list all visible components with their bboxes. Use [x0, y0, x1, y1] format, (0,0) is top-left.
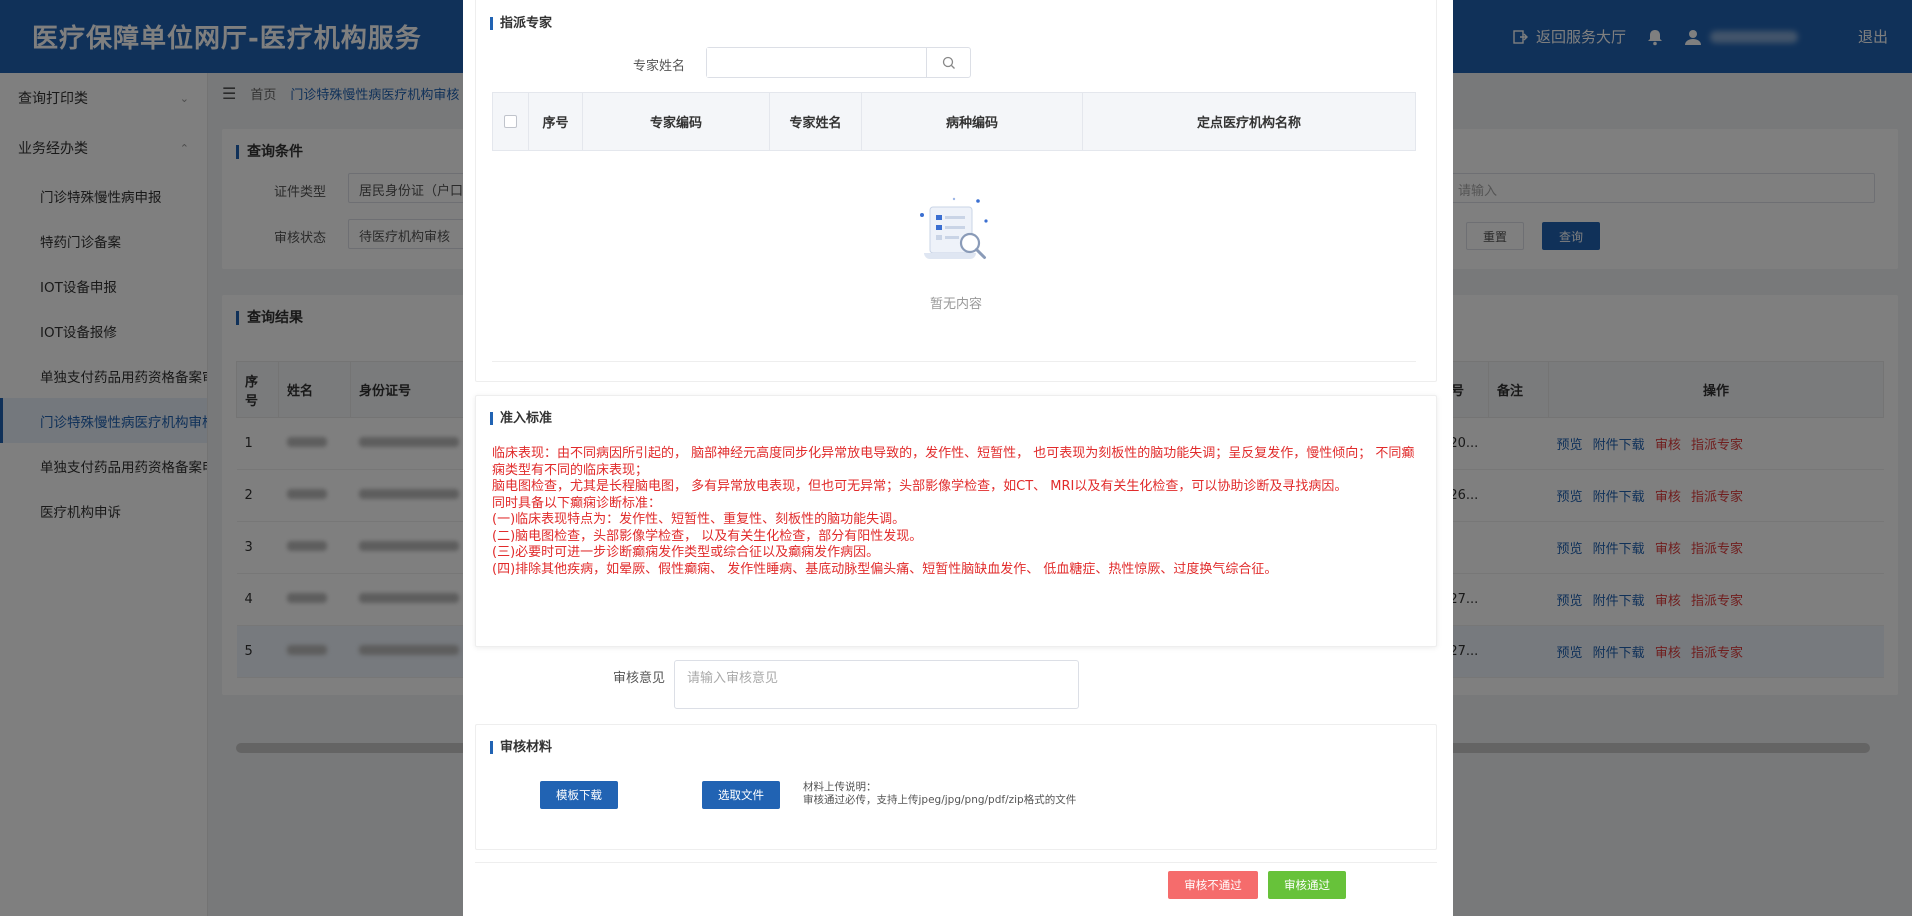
expert-table: 序号 专家编码 专家姓名 病种编码 定点医疗机构名称 [492, 92, 1416, 151]
pass-button[interactable]: 审核通过 [1268, 871, 1346, 899]
audit-opinion-textarea[interactable] [674, 660, 1079, 709]
col-disease-code: 病种编码 [861, 92, 1083, 151]
criteria-line: (四)排除其他疾病，如晕厥、假性癫痫、 发作性睡病、基底动脉型偏头痛、短暂性脑缺… [492, 561, 1278, 577]
col-seq: 序号 [528, 92, 583, 151]
template-download-button[interactable]: 模板下载 [540, 781, 618, 809]
empty-document-search-icon [920, 197, 988, 259]
expert-search-button[interactable] [926, 48, 970, 77]
search-icon [942, 56, 955, 69]
upload-note: 材料上传说明： 审核通过必传，支持上传jpeg/jpg/png/pdf/zip格… [803, 781, 1076, 807]
expert-name-label: 专家姓名 [633, 59, 686, 74]
select-all-checkbox[interactable] [504, 115, 517, 128]
choose-file-button[interactable]: 选取文件 [702, 781, 780, 809]
criteria-title: 准入标准 [490, 412, 552, 425]
criteria-line: 临床表现：由不同病因所引起的， 脑部神经元高度同步化异常放电导致的，发作性、短暂… [492, 446, 1415, 478]
admission-criteria-card: 准入标准 临床表现：由不同病因所引起的， 脑部神经元高度同步化异常放电导致的，发… [475, 395, 1437, 647]
criteria-line: (二)脑电图检查，头部影像学检查， 以及有关生化检查，部分有阳性发现。 [492, 528, 923, 544]
empty-state [476, 195, 1436, 271]
criteria-line: 同时具备以下癫痫诊断标准： [492, 495, 662, 511]
expert-name-search [706, 47, 971, 78]
col-org-name: 定点医疗机构名称 [1082, 92, 1416, 151]
assign-expert-card: 指派专家 专家姓名 序号 专家编码 专家姓名 病种编码 定点医疗机构名称 暂无内… [475, 0, 1437, 382]
expert-name-input[interactable] [707, 48, 926, 77]
card-divider [492, 361, 1416, 362]
criteria-line: (一)临床表现特点为：发作性、短暂性、重复性、刻板性的脑功能失调。 [492, 512, 906, 527]
upload-note-text: 审核通过必传，支持上传jpeg/jpg/png/pdf/zip格式的文件 [803, 794, 1077, 806]
audit-modal: 指派专家 专家姓名 序号 专家编码 专家姓名 病种编码 定点医疗机构名称 暂无内… [463, 0, 1453, 916]
select-all-cell [492, 92, 529, 151]
assign-expert-title: 指派专家 [490, 17, 552, 30]
criteria-line: 脑电图检查，尤其是长程脑电图， 多有异常放电表现，但也可无异常；头部影像学检查，… [492, 479, 1348, 494]
audit-opinion-label: 审核意见 [613, 671, 666, 686]
criteria-line: (三)必要时可进一步诊断癫痫发作类型或综合征以及癫痫发作病因。 [492, 545, 880, 560]
col-expert-code: 专家编码 [582, 92, 770, 151]
empty-text: 暂无内容 [929, 297, 982, 312]
materials-title: 审核材料 [490, 741, 552, 754]
criteria-text: 临床表现：由不同病因所引起的， 脑部神经元高度同步化异常放电导致的，发作性、短暂… [492, 446, 1422, 578]
upload-note-title: 材料上传说明： [803, 781, 877, 793]
footer-divider [475, 862, 1437, 863]
reject-button[interactable]: 审核不通过 [1168, 871, 1258, 899]
col-expert-name: 专家姓名 [769, 92, 862, 151]
